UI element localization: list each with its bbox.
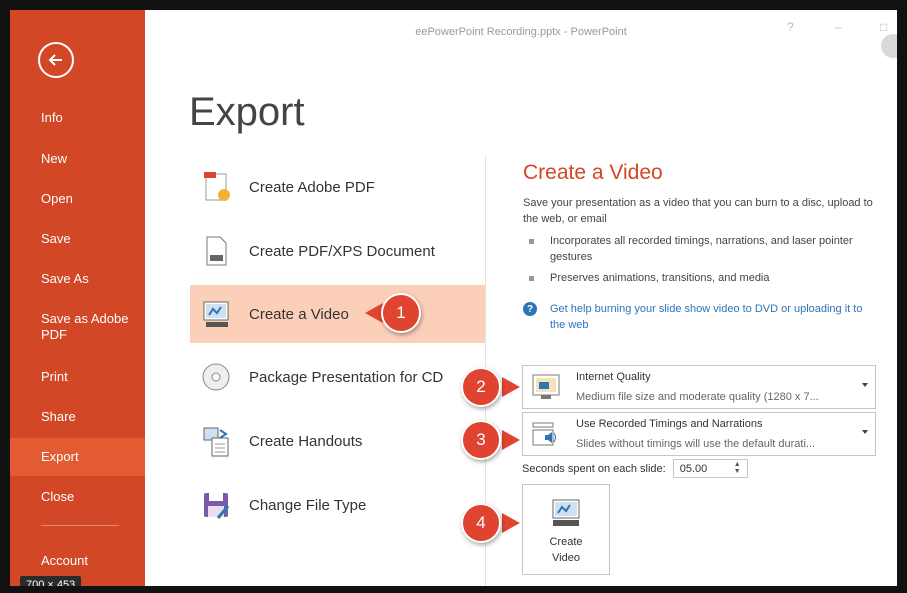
save-icon [196,487,236,523]
create-video-button[interactable]: Create Video [522,484,610,575]
help-button[interactable]: ? [787,20,794,34]
bullet-item: Incorporates all recorded timings, narra… [523,233,863,265]
callout-4: 4 [461,503,501,543]
seconds-row: Seconds spent on each slide: 05.00 ▲ ▼ [522,459,748,478]
quality-monitor-icon [532,374,560,399]
backstage-sidebar: Info New Open Save Save As Save as Adobe PDF P… [10,10,145,586]
seconds-value: 05.00 [679,462,708,475]
sidebar-item-save-as[interactable]: Save As [10,271,145,287]
option-change-file-type[interactable]: Change File Type [190,476,485,534]
bullet-item: Preserves animations, transitions, and m… [523,270,863,286]
maximize-button[interactable]: □ [880,20,887,34]
quality-dropdown[interactable]: Internet Quality Medium file size and mo… [522,365,876,409]
sidebar-item-close[interactable]: Close [10,489,145,505]
quality-main-text: Internet Quality [576,371,651,383]
sidebar-item-account[interactable]: Account [10,553,145,569]
callout-pointer [502,377,520,397]
sidebar-item-save-as-adobe-pdf[interactable]: Save as Adobe PDF [10,311,145,343]
sidebar-item-open[interactable]: Open [10,191,145,207]
adobe-pdf-icon [196,169,236,205]
sidebar-item-new[interactable]: New [10,151,145,167]
document-title: eePowerPoint Recording.pptx - PowerPoint [415,26,627,38]
timings-main-text: Use Recorded Timings and Narrations [576,418,763,430]
image-size-badge: 700 × 453 [20,576,82,586]
sidebar-item-save[interactable]: Save [10,231,145,247]
chevron-down-icon [862,383,868,387]
back-button[interactable] [38,42,74,78]
sidebar-divider [41,525,119,526]
title-bar: eePowerPoint Recording.pptx - PowerPoint… [145,10,897,50]
back-arrow-icon [48,54,62,66]
option-create-pdf-xps[interactable]: Create PDF/XPS Document [190,222,485,280]
option-create-video[interactable]: Create a Video [190,285,485,343]
question-icon: ? [523,302,537,316]
sidebar-item-export[interactable]: Export [10,438,145,476]
video-icon [196,296,236,332]
spinner-arrows-icon[interactable]: ▲ ▼ [734,461,741,475]
chevron-down-icon [862,430,868,434]
minimize-button[interactable]: – [835,20,842,34]
page-title: Export [189,90,305,134]
video-panel-description: Save your presentation as a video that y… [523,197,873,225]
handouts-icon [196,423,236,459]
callout-pointer [502,430,520,450]
help-row: ? Get help burning your slide show video… [523,301,868,333]
bullet-square-icon [529,239,534,244]
option-package-cd[interactable]: Package Presentation for CD [190,348,485,406]
powerpoint-window: Info New Open Save Save As Save as Adobe PDF P… [10,10,897,586]
sidebar-item-print[interactable]: Print [10,369,145,385]
pdf-xps-icon [196,233,236,269]
callout-pointer [502,513,520,533]
seconds-label: Seconds spent on each slide: [522,462,666,475]
seconds-spinner[interactable]: 05.00 ▲ ▼ [672,459,748,478]
sidebar-item-info[interactable]: Info [10,110,145,126]
option-create-handouts[interactable]: Create Handouts [190,412,485,470]
bullet-square-icon [529,276,534,281]
option-create-adobe-pdf[interactable]: Create Adobe PDF [190,158,485,216]
timings-narration-icon [532,422,556,446]
cd-icon [196,359,236,395]
callout-1: 1 [381,293,421,333]
callout-2: 2 [461,367,501,407]
video-panel-title: Create a Video [523,161,663,184]
sidebar-item-share[interactable]: Share [10,409,145,425]
help-link[interactable]: Get help burning your slide show video t… [550,301,868,333]
callout-3: 3 [461,420,501,460]
create-video-label: Create Video [549,536,583,564]
timings-dropdown[interactable]: Use Recorded Timings and Narrations Slid… [522,412,876,456]
timings-sub-text: Slides without timings will use the defa… [576,438,816,450]
video-icon [552,499,580,526]
close-button[interactable] [881,34,897,58]
quality-sub-text: Medium file size and moderate quality (1… [576,391,819,403]
